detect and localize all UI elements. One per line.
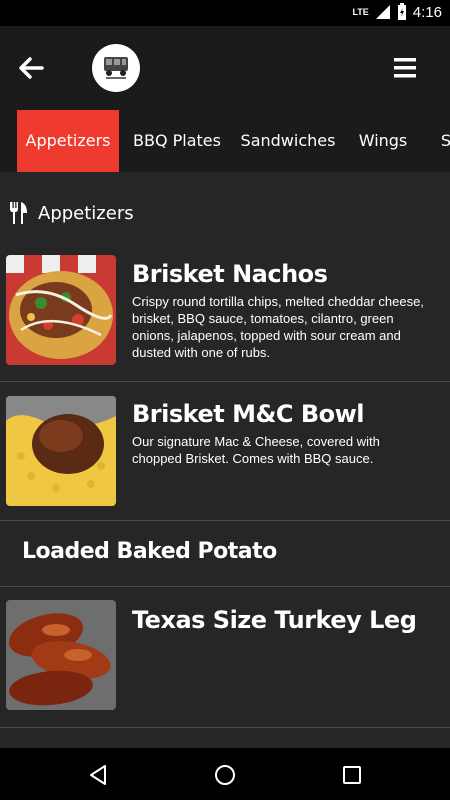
hamburger-menu-icon[interactable] xyxy=(392,56,418,80)
menu-item-brisket-nachos[interactable]: Brisket Nachos Crispy round tortilla chi… xyxy=(0,246,450,382)
recents-nav-icon[interactable] xyxy=(342,765,362,785)
category-tabs: Appetizers BBQ Plates Sandwiches Wings S xyxy=(0,110,450,172)
clock: 4:16 xyxy=(412,3,442,21)
tab-bbq-plates[interactable]: BBQ Plates xyxy=(131,110,223,172)
tab-wings[interactable]: Wings xyxy=(356,110,410,172)
signal-icon xyxy=(375,5,390,19)
restaurant-logo[interactable] xyxy=(92,44,140,92)
menu-item-texas-size-turkey-leg[interactable]: Texas Size Turkey Leg xyxy=(0,587,450,728)
item-title: Loaded Baked Potato xyxy=(22,539,277,564)
menu-item-brisket-mc-bowl[interactable]: Brisket M&C Bowl Our signature Mac & Che… xyxy=(0,382,450,521)
home-nav-icon[interactable] xyxy=(213,763,237,787)
battery-icon xyxy=(397,3,406,20)
app-bar xyxy=(0,26,450,110)
menu-item-loaded-baked-potato[interactable]: Loaded Baked Potato xyxy=(0,521,450,587)
back-arrow-icon[interactable] xyxy=(16,53,46,83)
back-nav-icon[interactable] xyxy=(88,764,108,786)
item-title: Brisket M&C Bowl xyxy=(132,400,365,428)
fork-knife-icon xyxy=(10,202,27,224)
section-title: Appetizers xyxy=(38,202,134,224)
tab-appetizers[interactable]: Appetizers xyxy=(17,110,119,172)
status-bar: LTE 4:16 xyxy=(0,0,450,26)
item-description: Crispy round tortilla chips, melted ched… xyxy=(132,294,424,360)
brisket-mc-bowl-photo xyxy=(6,396,116,506)
tab-more[interactable]: S xyxy=(436,110,450,172)
item-title: Texas Size Turkey Leg xyxy=(132,606,417,634)
turkey-leg-photo xyxy=(6,600,116,710)
section-header: Appetizers xyxy=(8,196,134,230)
tab-sandwiches[interactable]: Sandwiches xyxy=(240,110,336,172)
item-title: Brisket Nachos xyxy=(132,260,328,288)
item-description: Our signature Mac & Cheese, covered with… xyxy=(132,434,380,466)
logo-graphic xyxy=(104,57,128,79)
status-icons: LTE 4:16 xyxy=(352,3,442,21)
system-nav-bar xyxy=(0,748,450,800)
brisket-nachos-photo xyxy=(6,255,116,365)
network-label: LTE xyxy=(352,7,369,17)
